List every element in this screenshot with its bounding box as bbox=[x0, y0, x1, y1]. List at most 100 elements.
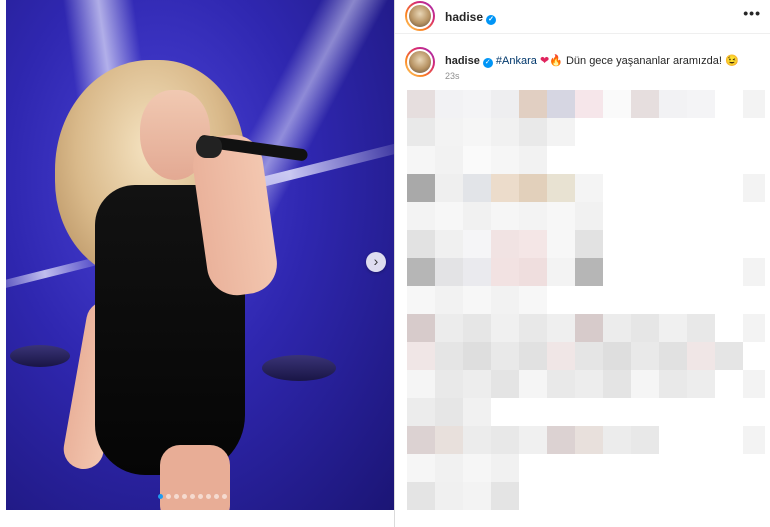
verified-badge-icon: ✓ bbox=[482, 58, 493, 68]
pixelated-block bbox=[575, 370, 603, 398]
cymbal bbox=[262, 355, 336, 381]
carousel-next-button[interactable]: › bbox=[366, 252, 386, 272]
pixelated-block bbox=[659, 90, 687, 118]
pixelated-block bbox=[603, 314, 631, 342]
pixelated-block bbox=[715, 342, 743, 370]
caption-text: Dün gece yaşananlar aramızda! bbox=[565, 55, 722, 67]
pixelated-block bbox=[407, 286, 435, 314]
pixelated-block bbox=[743, 258, 765, 286]
pixelated-block bbox=[547, 202, 575, 230]
pixelated-block bbox=[463, 146, 491, 174]
carousel-dot bbox=[166, 494, 171, 499]
pixelated-block bbox=[743, 90, 765, 118]
pixelated-block bbox=[491, 426, 519, 454]
pixelated-block bbox=[547, 118, 575, 146]
pixelated-block bbox=[491, 202, 519, 230]
pixelated-block bbox=[743, 426, 765, 454]
pixelated-block bbox=[687, 342, 715, 370]
photo-border bbox=[0, 0, 6, 510]
pixelated-block bbox=[519, 370, 547, 398]
pixelated-block bbox=[407, 146, 435, 174]
pixelated-block bbox=[575, 230, 603, 258]
pixelated-block bbox=[603, 426, 631, 454]
pixelated-block bbox=[687, 314, 715, 342]
verified-badge-icon: ✓ bbox=[486, 15, 497, 25]
heart-emoji: ❤ bbox=[539, 55, 550, 67]
pixelated-block bbox=[743, 174, 765, 202]
pixelated-block bbox=[575, 314, 603, 342]
pixelated-block bbox=[491, 342, 519, 370]
pixelated-block bbox=[407, 90, 435, 118]
hashtag-link[interactable]: #Ankara bbox=[496, 55, 537, 67]
pixelated-block bbox=[575, 342, 603, 370]
pixelated-block bbox=[463, 202, 491, 230]
pixelated-block bbox=[631, 426, 659, 454]
carousel-dot bbox=[158, 494, 163, 499]
pixelated-block bbox=[407, 454, 435, 482]
pixelated-block bbox=[435, 482, 463, 510]
pixelated-block bbox=[491, 174, 519, 202]
cymbal bbox=[10, 345, 70, 367]
pixelated-block bbox=[659, 314, 687, 342]
carousel-dot bbox=[198, 494, 203, 499]
carousel-dot bbox=[206, 494, 211, 499]
pixelated-block bbox=[491, 286, 519, 314]
pixelated-block bbox=[463, 398, 491, 426]
pixelated-block bbox=[547, 258, 575, 286]
pixelated-block bbox=[491, 146, 519, 174]
carousel-dot bbox=[182, 494, 187, 499]
pixelated-block bbox=[519, 90, 547, 118]
pixelated-block bbox=[687, 90, 715, 118]
pixelated-block bbox=[463, 342, 491, 370]
pixelated-block bbox=[519, 286, 547, 314]
pixelated-block bbox=[407, 342, 435, 370]
pixelated-block bbox=[435, 398, 463, 426]
pixelated-block bbox=[547, 230, 575, 258]
pixelated-block bbox=[743, 370, 765, 398]
pixelated-block bbox=[407, 202, 435, 230]
pixelated-block bbox=[519, 202, 547, 230]
post-photo[interactable]: › bbox=[0, 0, 394, 510]
pixelated-block bbox=[603, 370, 631, 398]
pixelated-block bbox=[435, 90, 463, 118]
pixelated-block bbox=[659, 342, 687, 370]
pixelated-block bbox=[547, 342, 575, 370]
avatar[interactable] bbox=[405, 1, 435, 31]
wink-emoji: 😉 bbox=[724, 55, 739, 67]
pixelated-block bbox=[463, 426, 491, 454]
pixelated-block bbox=[491, 90, 519, 118]
pixelated-block bbox=[407, 118, 435, 146]
caption-username[interactable]: hadise bbox=[445, 55, 480, 67]
fire-emoji: 🔥 bbox=[549, 55, 563, 67]
singer-leg bbox=[160, 445, 230, 510]
pixelated-block bbox=[491, 482, 519, 510]
pixelated-block bbox=[435, 454, 463, 482]
pixelated-block bbox=[435, 342, 463, 370]
post-timestamp[interactable]: 23s bbox=[445, 71, 460, 81]
caption-avatar[interactable] bbox=[405, 47, 435, 77]
pixelated-block bbox=[463, 370, 491, 398]
pixelated-block bbox=[491, 118, 519, 146]
pixelated-block bbox=[547, 90, 575, 118]
pixelated-block bbox=[491, 230, 519, 258]
pixelated-block bbox=[519, 258, 547, 286]
post-header: hadise ✓ ••• bbox=[395, 0, 770, 34]
carousel-dot bbox=[190, 494, 195, 499]
pixelated-block bbox=[435, 370, 463, 398]
username-link[interactable]: hadise ✓ bbox=[445, 10, 497, 25]
pixelated-block bbox=[743, 314, 765, 342]
pixelated-block bbox=[463, 118, 491, 146]
pixelated-block bbox=[631, 370, 659, 398]
pixelated-block bbox=[547, 314, 575, 342]
pixelated-block bbox=[547, 426, 575, 454]
pixelated-block bbox=[519, 230, 547, 258]
microphone-head bbox=[196, 136, 222, 158]
pixelated-block bbox=[407, 314, 435, 342]
pixelated-block bbox=[435, 314, 463, 342]
pixelated-block bbox=[603, 342, 631, 370]
pixelated-block bbox=[575, 258, 603, 286]
pixelated-block bbox=[547, 174, 575, 202]
username-text[interactable]: hadise bbox=[445, 10, 483, 24]
pixelated-block bbox=[519, 146, 547, 174]
more-options-icon[interactable]: ••• bbox=[743, 5, 761, 21]
